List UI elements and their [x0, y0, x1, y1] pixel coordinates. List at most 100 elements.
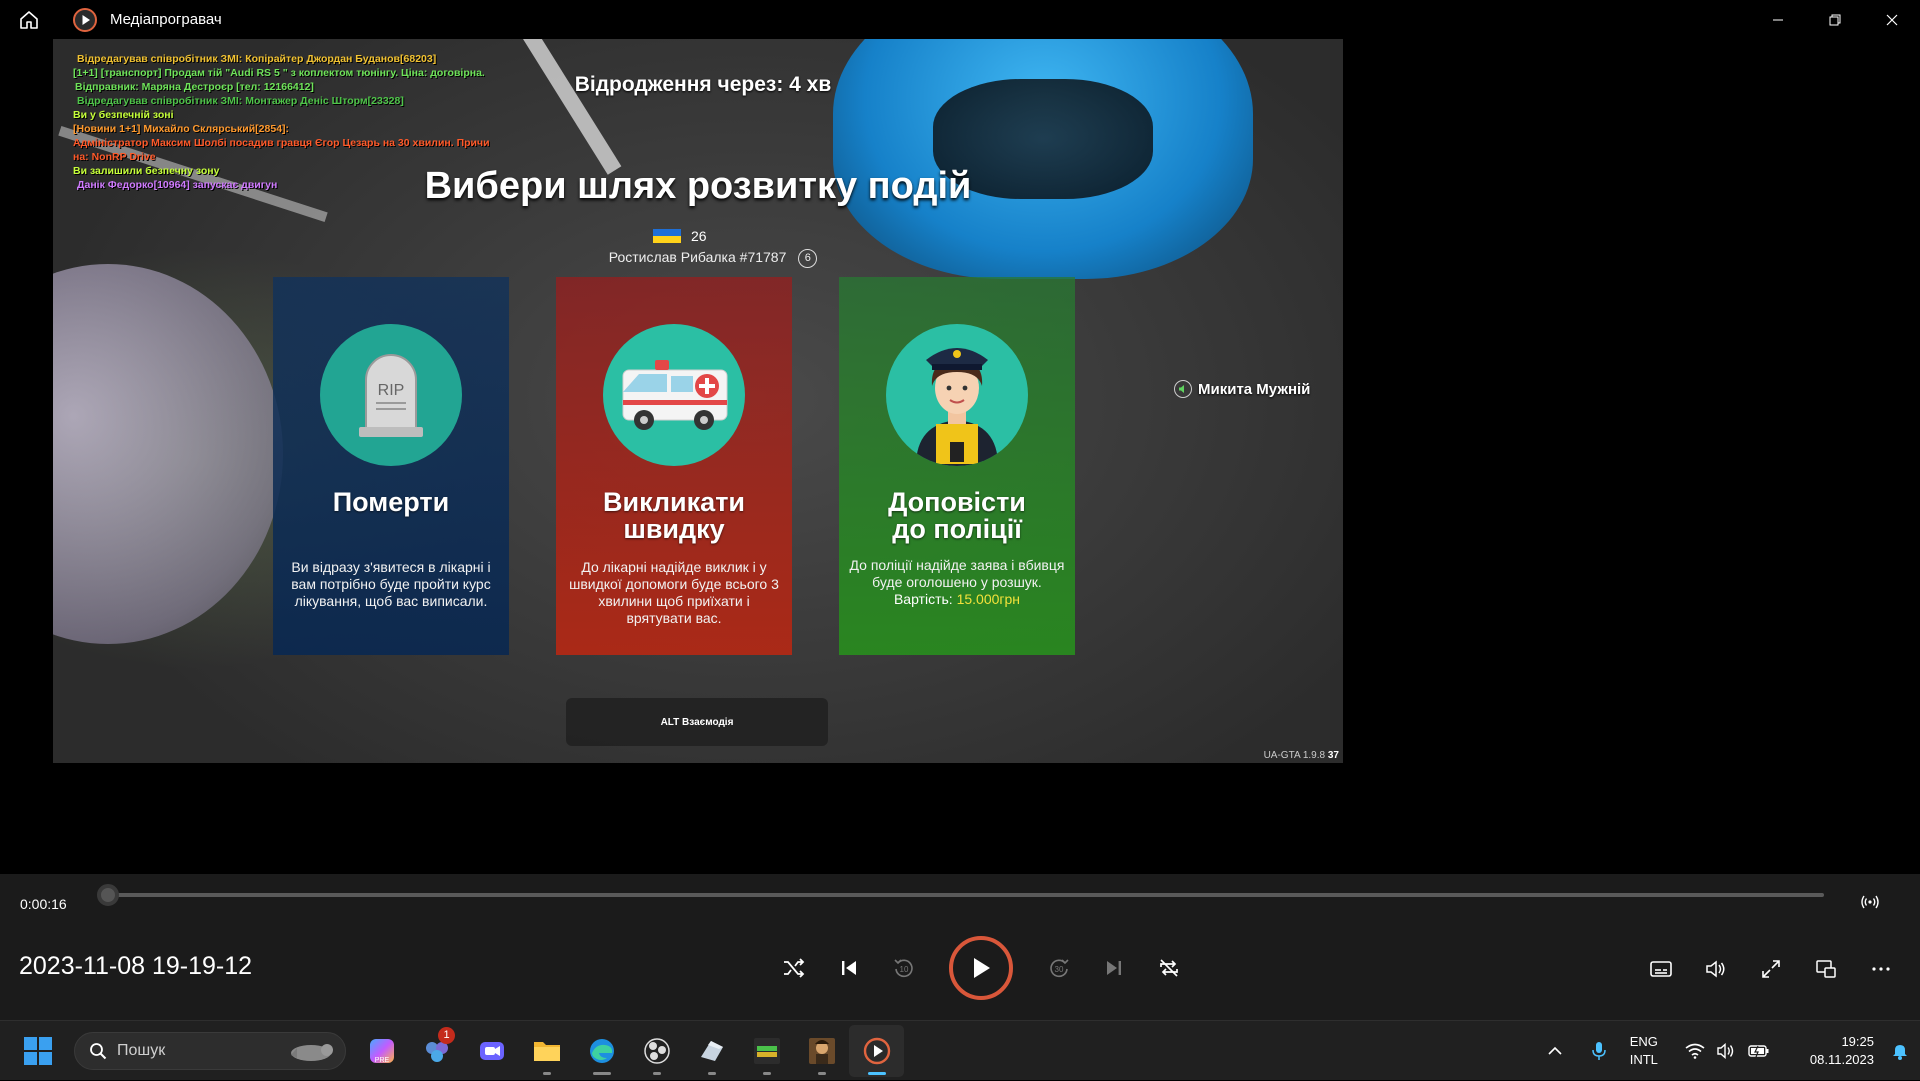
game-launcher-icon — [753, 1038, 780, 1064]
more-options-button[interactable] — [1853, 941, 1908, 996]
card-description-text: До поліції надійде заява і вбивця буде о… — [849, 557, 1065, 590]
respawn-timer: Відродження через: 4 хв — [574, 73, 832, 96]
svg-text:30: 30 — [1054, 965, 1063, 974]
tombstone-icon: RIP — [320, 324, 462, 466]
taskbar-app-light[interactable] — [684, 1025, 739, 1077]
next-icon — [1106, 961, 1121, 975]
taskbar-media-player[interactable] — [849, 1025, 904, 1077]
mini-player-icon — [1815, 959, 1836, 978]
notification-badge: 1 — [438, 1027, 455, 1044]
chat-line: на: NonRP Drive — [73, 151, 156, 163]
ukraine-flag-icon — [653, 229, 681, 243]
chat-line: Адміністратор Максим Шолбі посадив гравц… — [73, 137, 490, 149]
card-description: До лікарні надійде виклик і у швидкої до… — [569, 559, 779, 626]
more-icon — [1871, 966, 1890, 971]
shuffle-icon — [783, 958, 804, 978]
media-title: 2023-11-08 19-19-12 — [19, 952, 253, 980]
close-button[interactable] — [1863, 0, 1920, 39]
minimize-button[interactable] — [1749, 0, 1806, 39]
speaker-volume-icon — [1717, 1043, 1734, 1059]
cast-button[interactable] — [1858, 890, 1882, 914]
player-level-badge: 6 — [798, 249, 818, 268]
search-icon — [90, 1043, 107, 1060]
home-button[interactable] — [0, 0, 58, 39]
repeat-off-icon — [1159, 959, 1178, 977]
running-indicator — [652, 1072, 661, 1075]
taskbar-search[interactable]: Пошук — [74, 1032, 346, 1070]
play-icon — [974, 958, 990, 978]
taskbar-game[interactable] — [794, 1025, 849, 1077]
running-indicator — [762, 1072, 771, 1075]
mini-player-button[interactable] — [1798, 941, 1853, 996]
restore-button[interactable] — [1806, 0, 1863, 39]
network-button[interactable] — [1680, 1036, 1710, 1066]
previous-button[interactable] — [821, 941, 876, 996]
obs-icon — [643, 1038, 670, 1064]
next-button[interactable] — [1086, 941, 1141, 996]
volume-icon — [1705, 959, 1724, 978]
card-description: Ви відразу з'явитеся в лікарні і вам пот… — [291, 559, 491, 609]
play-button[interactable] — [949, 936, 1013, 1000]
taskbar-obs[interactable] — [629, 1025, 684, 1077]
seek-thumb[interactable] — [97, 884, 119, 906]
player-info: Ростислав Рибалка #71787 6 — [53, 249, 1343, 268]
taskbar-video-chat[interactable] — [464, 1025, 519, 1077]
seek-bar[interactable] — [108, 893, 1824, 897]
card-title: Померти — [332, 487, 450, 517]
die-option-card[interactable]: RIP Померти Ви відразу з'явитеся в лікар… — [273, 277, 509, 655]
version-text: UA-GTA 1.9.8 — [1263, 750, 1326, 761]
edge-icon — [589, 1039, 614, 1063]
language-indicator[interactable]: ENG INTL — [1630, 1033, 1658, 1069]
rewind-10-icon: 10 — [893, 959, 913, 978]
card-cost: Вартість: 15.000грн — [847, 591, 1067, 608]
taskbar-file-explorer[interactable] — [519, 1025, 574, 1077]
language-line-2: INTL — [1629, 1052, 1658, 1067]
police-officer-icon — [886, 324, 1028, 466]
game-version: UA-GTA 1.9.8 37 — [1264, 750, 1339, 761]
current-time: 0:00:16 — [20, 896, 67, 912]
folder-icon — [533, 1042, 560, 1061]
alt-interaction-hint: ALT Взаємодія — [566, 698, 828, 746]
start-button[interactable] — [22, 1035, 54, 1067]
subtitles-button[interactable] — [1633, 941, 1688, 996]
ambulance-icon — [603, 324, 745, 466]
home-icon — [20, 10, 38, 29]
svg-text:PRE: PRE — [374, 1057, 389, 1064]
cost-value: 15.000грн — [956, 591, 1021, 607]
previous-icon — [841, 961, 856, 975]
volume-tray-button[interactable] — [1712, 1036, 1742, 1066]
taskbar-teams[interactable]: 1 — [409, 1025, 464, 1077]
show-hidden-icons-button[interactable] — [1540, 1036, 1570, 1066]
fullscreen-button[interactable] — [1743, 941, 1798, 996]
restore-icon — [1829, 14, 1840, 25]
player-name: Ростислав Рибалка #71787 — [608, 249, 787, 266]
card-title: Доповісти до поліції — [888, 487, 1026, 544]
windows-logo-icon — [24, 1037, 52, 1065]
window-title: Медіапрогравач — [110, 11, 222, 28]
microphone-button[interactable] — [1584, 1036, 1614, 1066]
forward-30-button[interactable]: 30 — [1031, 941, 1086, 996]
chevron-up-icon — [1548, 1046, 1562, 1055]
wifi-icon — [1685, 1043, 1705, 1059]
shuffle-button[interactable] — [766, 941, 821, 996]
repeat-button[interactable] — [1141, 941, 1196, 996]
taskbar-edge[interactable] — [574, 1025, 629, 1077]
video-frame[interactable]: Відредагував співробітник ЗМІ: Копірайте… — [53, 39, 1343, 763]
subtitles-icon — [1649, 960, 1672, 977]
report-police-card[interactable]: Доповісти до поліції До поліції надійде … — [839, 277, 1075, 655]
taskbar-ukraine-gta-launcher[interactable] — [739, 1025, 794, 1077]
volume-button[interactable] — [1688, 941, 1743, 996]
chat-line: Ви у безпечній зоні — [73, 109, 174, 121]
close-icon — [1886, 14, 1897, 25]
cost-label: Вартість: — [893, 591, 953, 607]
taskbar-copilot[interactable]: PRE — [354, 1025, 409, 1077]
call-ambulance-card[interactable]: Викликати швидку До лікарні надійде викл… — [556, 277, 792, 655]
notifications-button[interactable] — [1880, 1042, 1920, 1060]
battery-button[interactable] — [1744, 1036, 1774, 1066]
system-tray: ENG INTL 19:25 08.11.2023 — [1538, 1021, 1920, 1081]
rewind-10-button[interactable]: 10 — [876, 941, 931, 996]
running-indicator — [542, 1072, 551, 1075]
clock[interactable]: 19:25 08.11.2023 — [1810, 1033, 1874, 1069]
speaker-name: Микита Мужній — [1198, 380, 1311, 398]
minimize-icon — [1772, 19, 1783, 20]
